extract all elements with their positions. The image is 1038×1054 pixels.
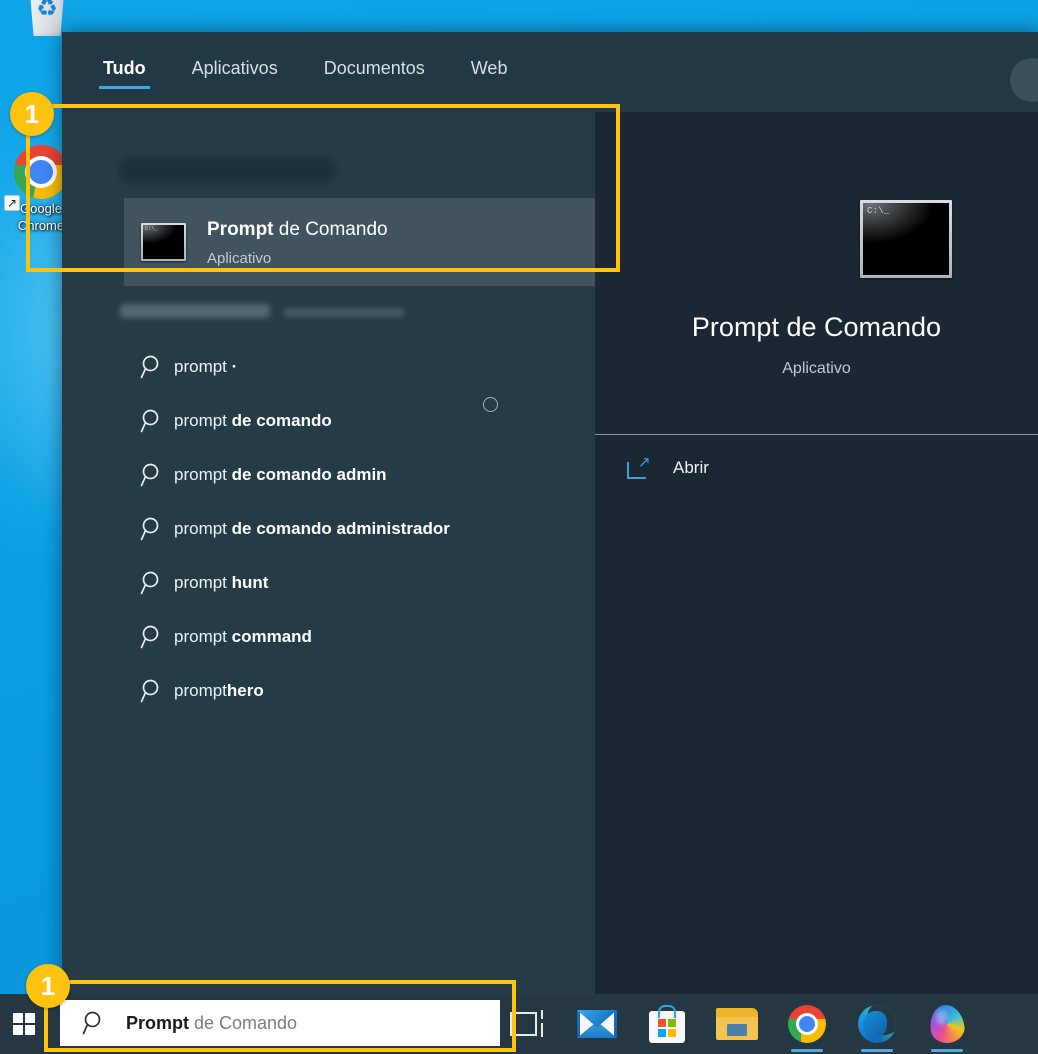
section-label-blurred	[120, 304, 270, 318]
taskbar-search-input[interactable]: Prompt de Comando	[60, 1000, 500, 1046]
search-icon	[140, 354, 174, 380]
preview-app-title: Prompt de Comando	[595, 312, 1038, 343]
suggestion-item-6[interactable]: prompthero ›	[124, 664, 640, 718]
search-icon	[140, 516, 174, 542]
taskbar-app-buttons	[575, 994, 969, 1054]
tab-aplicativos[interactable]: Aplicativos	[188, 52, 282, 93]
suggestion-label: prompt de comando admin	[174, 465, 616, 485]
best-match-text: Prompt de Comando Aplicativo	[207, 218, 388, 267]
windows-logo-icon	[13, 1013, 35, 1035]
file-explorer-icon	[716, 1008, 758, 1040]
suggestion-item-3[interactable]: prompt de comando administrador ›	[124, 502, 640, 556]
suggestion-item-4[interactable]: prompt hunt ›	[124, 556, 640, 610]
best-match-title-bold: Prompt	[207, 219, 274, 240]
search-typed-text: Prompt	[126, 1013, 189, 1033]
open-in-new-icon: ↗	[627, 457, 651, 479]
suggestion-label: prompt hunt	[174, 573, 616, 593]
suggestion-item-0[interactable]: prompt · ›	[124, 340, 640, 394]
microsoft-store-icon	[649, 1005, 685, 1043]
suggestion-label: prompt de comando administrador	[174, 519, 616, 539]
mail-icon	[577, 1010, 617, 1038]
search-suggestions-list: prompt · › prompt de comando › prompt de…	[124, 340, 640, 718]
search-filter-tabs: Tudo Aplicativos Documentos Web	[62, 32, 1038, 112]
preview-action-open[interactable]: ↗ Abrir	[627, 457, 709, 479]
taskbar-app-file-explorer[interactable]	[715, 994, 759, 1054]
user-avatar[interactable]	[1010, 58, 1038, 102]
search-icon	[140, 678, 174, 704]
taskbar-app-microsoft-store[interactable]	[645, 994, 689, 1054]
tab-documentos[interactable]: Documentos	[320, 52, 429, 93]
running-indicator	[931, 1049, 963, 1052]
section-label-blurred-2	[284, 308, 404, 317]
suggestion-item-1[interactable]: prompt de comando ›	[124, 394, 640, 448]
best-match-result-command-prompt[interactable]: Prompt de Comando Aplicativo	[124, 198, 640, 286]
search-icon	[140, 408, 174, 434]
mouse-cursor	[483, 397, 498, 412]
shortcut-arrow-icon: ↗	[4, 195, 20, 211]
preview-action-label: Abrir	[673, 458, 709, 478]
annotation-badge-1: 1	[10, 92, 54, 136]
taskbar-app-paint-3d[interactable]	[925, 994, 969, 1054]
best-match-caption-blurred	[118, 156, 336, 184]
suggestion-label: prompt ·	[174, 357, 616, 377]
best-match-title-rest: de Comando	[274, 219, 388, 240]
search-icon	[82, 1010, 108, 1036]
search-flyout: Prompt de Comando Aplicativo prompt · › …	[62, 32, 1038, 994]
recycle-bin-icon: ♻	[20, 0, 74, 36]
search-input-text: Prompt de Comando	[126, 1013, 297, 1034]
taskbar-app-google-chrome[interactable]	[785, 994, 829, 1054]
search-icon	[140, 462, 174, 488]
task-view-button[interactable]	[508, 1007, 548, 1041]
desktop-icon-recycle-bin[interactable]: ♻	[4, 0, 90, 36]
suggestion-label: prompt command	[174, 627, 616, 647]
search-autocomplete-text: de Comando	[189, 1013, 297, 1033]
best-match-subtitle: Aplicativo	[207, 250, 388, 267]
tab-web[interactable]: Web	[467, 52, 512, 93]
annotation-badge-2: 1	[26, 964, 70, 1008]
taskbar-app-mail[interactable]	[575, 994, 619, 1054]
command-prompt-icon	[141, 223, 186, 261]
chrome-icon	[788, 1005, 826, 1043]
running-indicator	[861, 1049, 893, 1052]
taskbar-app-microsoft-edge[interactable]	[855, 994, 899, 1054]
preview-app-icon	[860, 200, 952, 278]
chrome-icon	[14, 145, 68, 199]
edge-icon	[858, 1005, 896, 1043]
app-preview-pane: Prompt de Comando Aplicativo ↗ Abrir	[595, 32, 1038, 994]
suggestion-label: prompthero	[174, 681, 616, 701]
command-prompt-icon-large	[860, 200, 952, 278]
preview-app-subtitle: Aplicativo	[595, 360, 1038, 378]
preview-divider	[595, 434, 1038, 435]
search-results-pane: Prompt de Comando Aplicativo prompt · › …	[62, 32, 595, 994]
search-icon	[140, 570, 174, 596]
task-view-icon	[510, 1012, 537, 1036]
suggestion-item-5[interactable]: prompt command ›	[124, 610, 640, 664]
suggestion-item-2[interactable]: prompt de comando admin ›	[124, 448, 640, 502]
tab-tudo[interactable]: Tudo	[99, 52, 150, 93]
search-icon	[140, 624, 174, 650]
running-indicator	[791, 1049, 823, 1052]
suggestion-label: prompt de comando	[174, 411, 616, 431]
paint-3d-icon	[930, 1005, 964, 1043]
